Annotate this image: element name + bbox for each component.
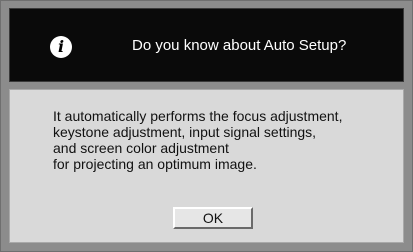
dialog-body: It automatically performs the focus adju…	[9, 89, 404, 243]
dialog-title-bar: i Do you know about Auto Setup?	[9, 8, 404, 82]
message-line: and screen color adjustment	[53, 140, 229, 156]
message-line: It automatically performs the focus adju…	[53, 108, 343, 124]
message-line: keystone adjustment, input signal settin…	[53, 124, 317, 140]
auto-setup-dialog: i Do you know about Auto Setup? It autom…	[0, 0, 413, 252]
dialog-message: It automatically performs the focus adju…	[53, 108, 393, 172]
message-line: for projecting an optimum image.	[53, 156, 257, 172]
info-icon: i	[50, 36, 72, 58]
ok-button[interactable]: OK	[173, 207, 253, 229]
dialog-title: Do you know about Auto Setup?	[132, 37, 347, 54]
